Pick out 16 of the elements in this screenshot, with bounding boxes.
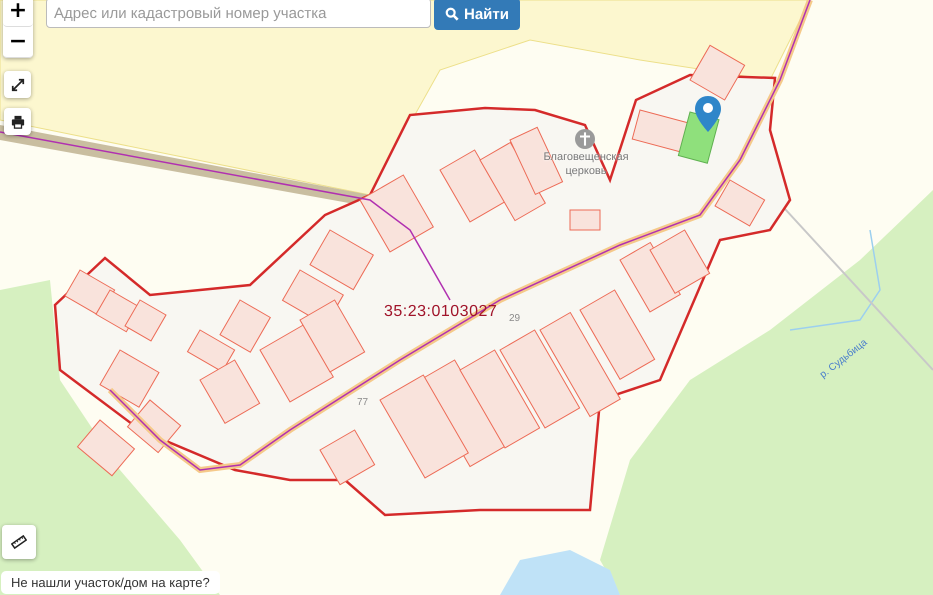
map-pin-icon[interactable] — [695, 96, 721, 132]
print-button[interactable] — [4, 108, 31, 135]
zoom-out-button[interactable]: − — [3, 27, 33, 58]
search-icon — [445, 7, 459, 21]
ruler-button[interactable] — [2, 525, 36, 559]
printer-icon — [10, 114, 24, 128]
search-field[interactable]: Адрес или кадастровый номер участка — [46, 0, 431, 28]
cross-icon — [575, 129, 595, 149]
search-button[interactable]: Найти — [434, 0, 520, 30]
fullscreen-button[interactable] — [4, 71, 31, 98]
house-number-label: 29 — [509, 313, 520, 324]
house-number-label: 77 — [357, 397, 368, 408]
zoom-in-button[interactable]: + — [3, 0, 33, 27]
ruler-icon — [11, 534, 27, 550]
expand-arrows-icon — [10, 78, 24, 92]
help-link[interactable]: Не нашли участок/дом на карте? — [1, 571, 220, 594]
